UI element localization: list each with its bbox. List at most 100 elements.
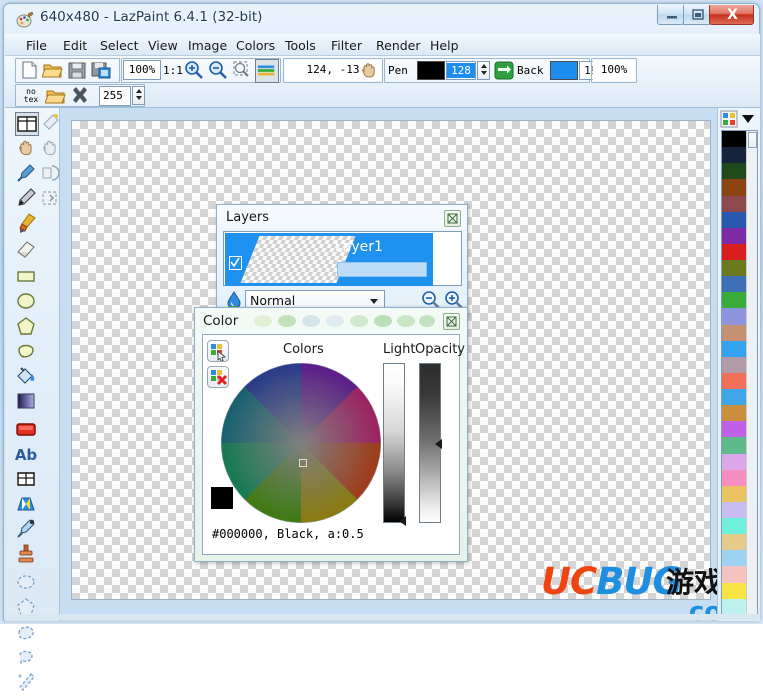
current-color-swatch[interactable] [211, 487, 233, 509]
zoom-fit-icon[interactable] [231, 59, 253, 81]
palette-swatch[interactable] [722, 147, 746, 164]
palette-swatch[interactable] [722, 292, 746, 309]
pen-alpha-spinner[interactable] [477, 61, 490, 80]
palette-swatch[interactable] [722, 211, 746, 228]
swap-colors-icon[interactable] [493, 59, 515, 81]
layers-panel[interactable]: Layers Layer1 Normal [216, 204, 468, 316]
palette-swatch[interactable] [722, 389, 746, 406]
layers-stack-icon[interactable] [255, 59, 279, 83]
color-wheel-cursor[interactable] [299, 459, 307, 467]
palette-swatch[interactable] [722, 372, 746, 389]
palette-swatch[interactable] [722, 421, 746, 438]
horizontal-scrollbar[interactable] [5, 614, 760, 620]
palette-swatch[interactable] [722, 340, 746, 357]
back-color-swatch[interactable] [550, 61, 578, 80]
palette-swatch[interactable] [722, 324, 746, 341]
hand-pan-icon[interactable] [358, 59, 380, 81]
tool-clone-stamp[interactable] [15, 543, 39, 567]
menu-filter[interactable]: Filter [326, 37, 367, 54]
zoom-level-field[interactable]: 100% [123, 60, 161, 80]
menu-select[interactable]: Select [95, 37, 144, 54]
palette-scrollbar[interactable] [746, 131, 757, 615]
layers-list[interactable]: Layer1 [223, 231, 462, 286]
palette-swatch[interactable] [722, 276, 746, 293]
new-file-icon[interactable] [18, 59, 40, 81]
pen-color-swatch[interactable] [417, 61, 445, 80]
tool-bucket-fill[interactable] [15, 365, 39, 389]
tool-color-box[interactable] [15, 418, 39, 442]
menu-colors[interactable]: Colors [231, 37, 280, 54]
tool-brush[interactable] [15, 212, 39, 236]
pen-alpha-field[interactable]: 128 [446, 61, 476, 80]
tool-phong[interactable] [15, 493, 39, 517]
palette-swatch[interactable] [722, 308, 746, 325]
layers-panel-close-icon[interactable] [444, 210, 461, 227]
remove-texture-icon[interactable] [69, 85, 91, 107]
palette-swatch[interactable] [722, 356, 746, 373]
palette-swatch[interactable] [722, 582, 746, 599]
zoom-ratio-label[interactable]: 1:1 [163, 64, 183, 77]
menu-view[interactable]: View [143, 37, 183, 54]
texture-opacity-field[interactable]: 255 [99, 86, 131, 106]
palette-swatch[interactable] [722, 179, 746, 196]
close-button[interactable]: X [709, 5, 754, 25]
tool-curve[interactable] [15, 340, 39, 364]
palette-swatch[interactable] [722, 485, 746, 502]
color-panel[interactable]: Color Colors Light Opacity #000000, Blac… [194, 307, 468, 562]
palette-swatch[interactable] [722, 598, 746, 615]
tool-gradient[interactable] [15, 390, 39, 414]
palette-swatch[interactable] [722, 550, 746, 567]
layer-item[interactable]: Layer1 [225, 233, 433, 286]
palette-swatch[interactable] [722, 518, 746, 535]
tool-select-ellipse[interactable] [15, 571, 39, 595]
menu-help[interactable]: Help [425, 37, 464, 54]
opacity-slider-marker[interactable] [435, 439, 442, 449]
pick-color-icon[interactable] [207, 340, 229, 362]
open-file-icon[interactable] [41, 59, 64, 81]
zoom-in-icon[interactable] [183, 59, 205, 81]
palette-swatch[interactable] [722, 195, 746, 212]
menu-file[interactable]: File [21, 37, 52, 54]
tool-select-rect[interactable] [15, 112, 39, 136]
palette-swatch[interactable] [722, 131, 746, 148]
layer-visibility-checkbox[interactable] [229, 256, 242, 270]
palette-swatch[interactable] [722, 405, 746, 422]
palette-color-list[interactable] [721, 130, 758, 616]
tool-rectangle[interactable] [15, 265, 39, 289]
menu-render[interactable]: Render [371, 37, 426, 54]
color-wheel[interactable] [221, 363, 381, 523]
tool-polygon[interactable] [15, 315, 39, 339]
save-file-icon[interactable] [66, 59, 88, 81]
texture-opacity-spinner[interactable] [132, 86, 145, 105]
tool-select-lasso[interactable] [15, 646, 39, 670]
open-texture-icon[interactable] [44, 85, 67, 107]
palette-swatch[interactable] [722, 437, 746, 454]
palette-scrollbar-thumb[interactable] [748, 132, 757, 148]
tool-select-spline[interactable] [15, 621, 39, 645]
tool-hand[interactable] [15, 137, 39, 161]
texture-none-label[interactable]: no tex [20, 88, 42, 104]
tool-text[interactable]: Ab [15, 443, 39, 467]
palette-swatch[interactable] [722, 260, 746, 277]
palette-dropdown-icon[interactable] [740, 111, 756, 131]
tool-pipette[interactable] [15, 518, 39, 542]
zoom-out-icon[interactable] [207, 59, 229, 81]
menu-image[interactable]: Image [183, 37, 232, 54]
palette-swatch[interactable] [722, 227, 746, 244]
layer-opacity-slider[interactable] [337, 262, 427, 277]
tool-ellipse[interactable] [15, 290, 39, 314]
tool-pen[interactable] [15, 187, 39, 211]
tool-magic-wand[interactable] [15, 671, 39, 695]
menu-tools[interactable]: Tools [280, 37, 321, 54]
tool-grid[interactable] [15, 468, 39, 492]
palette-swatch[interactable] [722, 534, 746, 551]
light-slider[interactable] [383, 363, 405, 523]
tolerance-field[interactable]: 100% [593, 60, 635, 81]
color-panel-close-icon[interactable] [443, 313, 460, 330]
palette-swatch[interactable] [722, 501, 746, 518]
remove-color-icon[interactable] [207, 366, 229, 388]
maximize-button[interactable] [683, 5, 710, 25]
palette-swatch[interactable] [722, 453, 746, 470]
palette-picker-icon[interactable] [720, 110, 738, 132]
tool-color-picker[interactable] [15, 162, 39, 186]
